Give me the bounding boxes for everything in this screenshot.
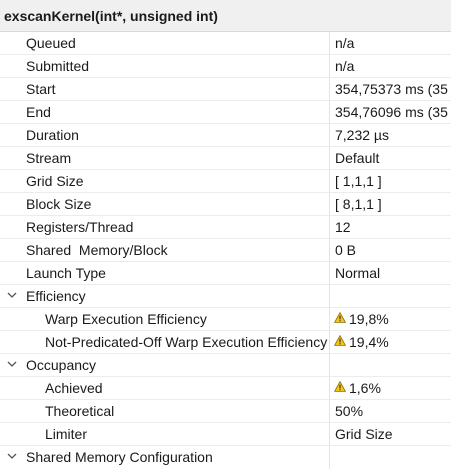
property-name: Start [26, 81, 56, 97]
warning-icon [334, 335, 346, 346]
group-label: Shared Memory Configuration [26, 449, 213, 465]
property-name: Registers/Thread [26, 219, 134, 235]
row-end[interactable]: End 354,76096 ms (35 [0, 101, 451, 124]
property-name: Stream [26, 150, 72, 166]
row-duration[interactable]: Duration 7,232 µs [0, 124, 451, 147]
row-grid-size[interactable]: Grid Size [ 1,1,1 ] [0, 170, 451, 193]
property-name: Shared Memory/Block [26, 242, 168, 258]
property-value: 354,76096 ms (35 [335, 104, 448, 120]
warning-icon [334, 381, 346, 392]
property-name: Grid Size [26, 173, 84, 189]
property-value: 0 B [335, 242, 357, 258]
property-value: 1,6% [349, 380, 381, 396]
property-value: 12 [335, 219, 351, 235]
row-registers-thread[interactable]: Registers/Thread 12 [0, 216, 451, 239]
group-occupancy[interactable]: Occupancy [0, 354, 451, 377]
kernel-title: exscanKernel(int*, unsigned int) [4, 8, 218, 24]
row-queued[interactable]: Queued n/a [0, 32, 451, 55]
chevron-down-icon[interactable] [6, 289, 18, 301]
row-achieved[interactable]: Achieved 1,6% [0, 377, 451, 400]
warning-icon [334, 312, 346, 323]
row-theoretical[interactable]: Theoretical 50% [0, 400, 451, 423]
group-shared-memory-configuration[interactable]: Shared Memory Configuration [0, 446, 451, 469]
properties-table: Queued n/a Submitted n/a Start 354,75373… [0, 32, 451, 469]
property-value: n/a [335, 58, 355, 74]
row-stream[interactable]: Stream Default [0, 147, 451, 170]
row-block-size[interactable]: Block Size [ 8,1,1 ] [0, 193, 451, 216]
property-name: Not-Predicated-Off Warp Execution Effici… [45, 334, 328, 350]
property-value: n/a [335, 35, 355, 51]
property-name: Queued [26, 35, 76, 51]
property-value: 7,232 µs [335, 127, 389, 143]
kernel-header: exscanKernel(int*, unsigned int) [0, 0, 451, 32]
property-value: [ 8,1,1 ] [335, 196, 382, 212]
property-name: Launch Type [26, 265, 106, 281]
property-value: 19,4% [349, 334, 389, 350]
property-value: Default [335, 150, 380, 166]
property-name: End [26, 104, 51, 120]
property-value: Grid Size [335, 426, 393, 442]
property-name: Theoretical [45, 403, 115, 419]
group-efficiency[interactable]: Efficiency [0, 285, 451, 308]
property-name: Warp Execution Efficiency [45, 311, 207, 327]
row-warp-execution-efficiency[interactable]: Warp Execution Efficiency 19,8% [0, 308, 451, 331]
row-launch-type[interactable]: Launch Type Normal [0, 262, 451, 285]
property-value: [ 1,1,1 ] [335, 173, 382, 189]
property-name: Submitted [26, 58, 90, 74]
row-shared-memory-block[interactable]: Shared Memory/Block 0 B [0, 239, 451, 262]
row-limiter[interactable]: Limiter Grid Size [0, 423, 451, 446]
row-submitted[interactable]: Submitted n/a [0, 55, 451, 78]
property-name: Block Size [26, 196, 92, 212]
group-label: Occupancy [26, 357, 97, 373]
chevron-down-icon[interactable] [6, 450, 18, 462]
property-name: Limiter [45, 426, 88, 442]
row-start[interactable]: Start 354,75373 ms (35 [0, 78, 451, 101]
property-value: 50% [335, 403, 364, 419]
row-not-predicated-off-warp-execution-efficiency[interactable]: Not-Predicated-Off Warp Execution Effici… [0, 331, 451, 354]
chevron-down-icon[interactable] [6, 358, 18, 370]
property-value: Normal [335, 265, 381, 281]
property-value: 354,75373 ms (35 [335, 81, 448, 97]
property-name: Achieved [45, 380, 103, 396]
group-label: Efficiency [26, 288, 86, 304]
property-name: Duration [26, 127, 79, 143]
property-value: 19,8% [349, 311, 389, 327]
